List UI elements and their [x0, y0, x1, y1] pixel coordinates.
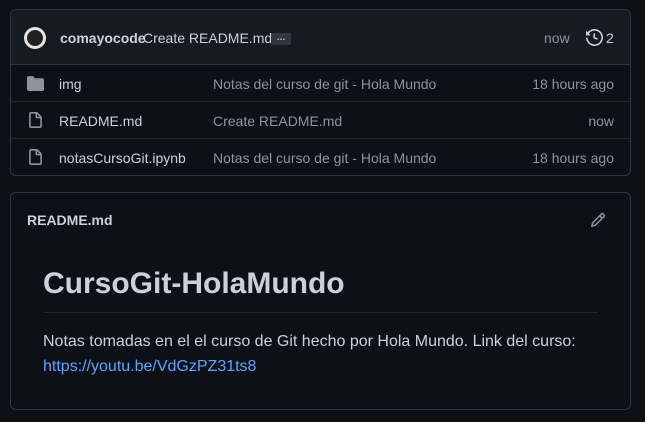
- file-icon: [29, 112, 42, 128]
- file-row-img[interactable]: img Notas del curso de git - Hola Mundo …: [11, 65, 630, 102]
- commit-message-link[interactable]: Create README.md: [143, 30, 272, 46]
- commit-author-link[interactable]: comayocode: [60, 30, 146, 46]
- file-time: 18 hours ago: [532, 150, 614, 166]
- readme-paragraph: Notas tomadas en el el curso de Git hech…: [43, 333, 576, 350]
- expand-commit-button[interactable]: …: [271, 33, 291, 45]
- file-row-notas[interactable]: notasCursoGit.ipynb Notas del curso de g…: [11, 139, 630, 176]
- pencil-icon[interactable]: [590, 212, 606, 228]
- commit-count[interactable]: 2: [606, 30, 614, 46]
- avatar[interactable]: [24, 27, 46, 49]
- readme-box: README.md CursoGit-HolaMundo Notas tomad…: [10, 192, 631, 410]
- commit-time: now: [544, 30, 570, 46]
- file-name-link[interactable]: README.md: [59, 113, 142, 129]
- file-time: now: [588, 113, 614, 129]
- file-commit-link[interactable]: Notas del curso de git - Hola Mundo: [213, 150, 436, 166]
- history-icon[interactable]: [586, 29, 603, 46]
- folder-icon: [27, 76, 44, 91]
- file-list-box: comayocode Create README.md … now 2 img …: [10, 9, 631, 176]
- file-icon: [29, 149, 42, 165]
- file-commit-link[interactable]: Create README.md: [213, 113, 342, 129]
- title-divider: [43, 312, 598, 313]
- latest-commit-row: comayocode Create README.md … now 2: [11, 10, 630, 65]
- file-time: 18 hours ago: [532, 76, 614, 92]
- file-commit-link[interactable]: Notas del curso de git - Hola Mundo: [213, 76, 436, 92]
- readme-title: CursoGit-HolaMundo: [43, 267, 345, 300]
- course-link[interactable]: https://youtu.be/VdGzPZ31ts8: [43, 358, 256, 376]
- file-row-readme[interactable]: README.md Create README.md now: [11, 102, 630, 139]
- readme-header-link[interactable]: README.md: [27, 212, 113, 228]
- file-name-link[interactable]: notasCursoGit.ipynb: [59, 150, 186, 166]
- file-name-link[interactable]: img: [59, 76, 82, 92]
